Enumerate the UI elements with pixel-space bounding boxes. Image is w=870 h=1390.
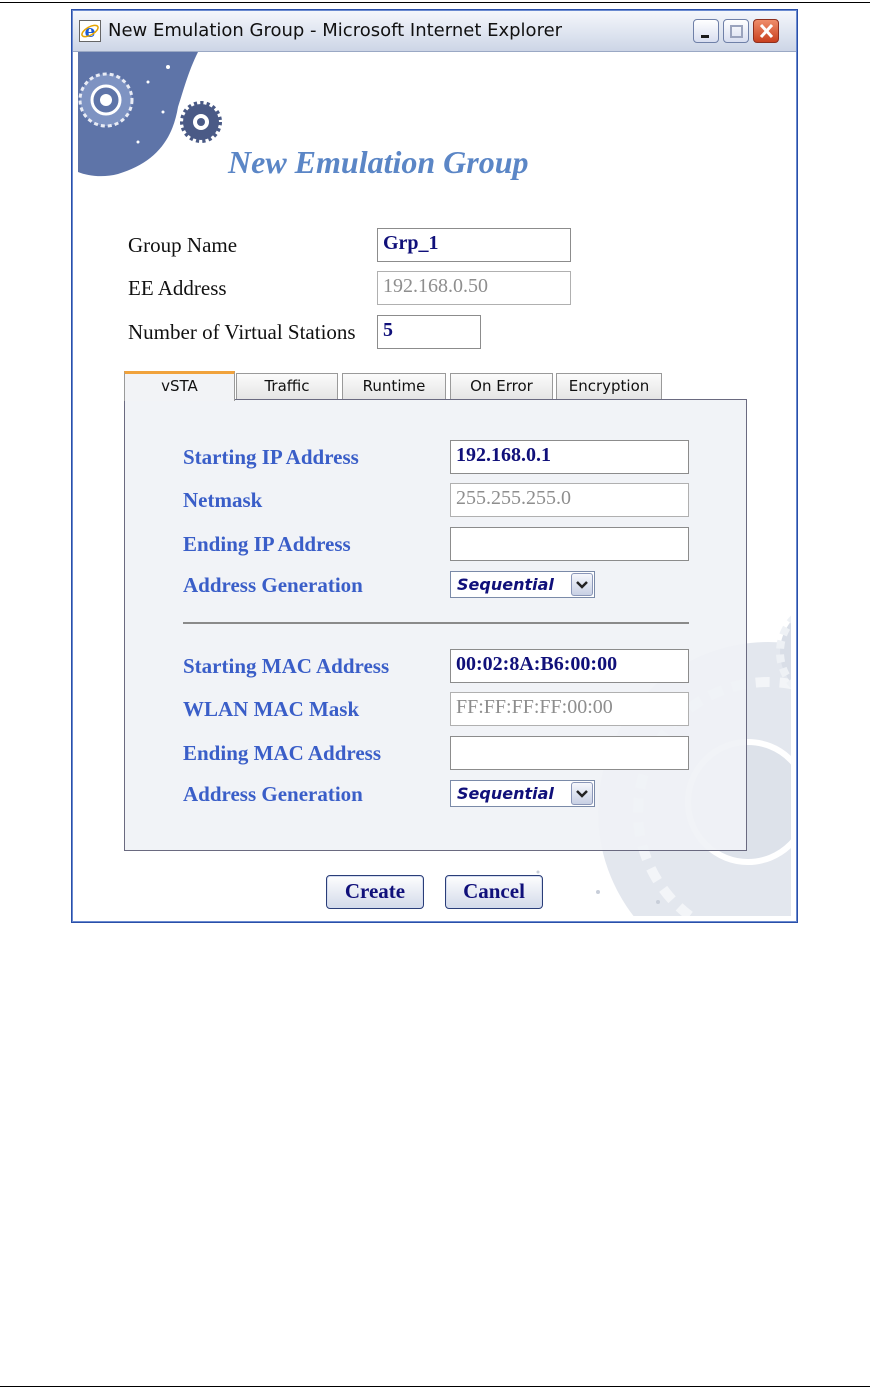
ending-mac-label: Ending MAC Address — [183, 741, 382, 765]
minimize-icon — [701, 35, 709, 38]
ip-address-generation-label: Address Generation — [183, 573, 363, 597]
internet-explorer-icon: e — [79, 20, 101, 42]
ee-address-input: 192.168.0.50 — [377, 271, 571, 305]
ee-address-label: EE Address — [128, 276, 227, 300]
vsta-panel: Starting IP Address 192.168.0.1 Netmask … — [124, 399, 747, 851]
close-button[interactable] — [753, 19, 779, 43]
page-top-rule — [0, 2, 870, 3]
tab-runtime[interactable]: Runtime — [342, 373, 446, 400]
starting-ip-input[interactable]: 192.168.0.1 — [450, 440, 689, 474]
tab-traffic[interactable]: Traffic — [236, 373, 338, 400]
num-virtual-stations-input[interactable]: 5 — [377, 315, 481, 349]
cancel-button[interactable]: Cancel — [445, 875, 543, 909]
tab-vsta[interactable]: vSTA — [124, 371, 235, 401]
ending-ip-input[interactable] — [450, 527, 689, 561]
section-divider — [183, 622, 689, 624]
tab-on-error[interactable]: On Error — [450, 373, 553, 400]
netmask-input: 255.255.255.0 — [450, 483, 689, 517]
starting-mac-label: Starting MAC Address — [183, 654, 390, 678]
mac-address-generation-label: Address Generation — [183, 782, 363, 806]
maximize-button[interactable] — [723, 19, 749, 43]
ending-ip-label: Ending IP Address — [183, 532, 351, 556]
group-name-label: Group Name — [128, 233, 238, 257]
tab-encryption[interactable]: Encryption — [556, 373, 662, 400]
ending-mac-input[interactable] — [450, 736, 689, 770]
close-icon — [759, 23, 774, 39]
page-bottom-rule — [0, 1386, 870, 1387]
netmask-label: Netmask — [183, 488, 263, 512]
create-button[interactable]: Create — [326, 875, 424, 909]
num-virtual-stations-label: Number of Virtual Stations — [128, 320, 356, 344]
chevron-down-icon[interactable] — [571, 573, 593, 596]
gears-icon — [78, 52, 222, 177]
ip-address-generation-select[interactable]: Sequential — [450, 571, 595, 598]
browser-window: e New Emulation Group - Microsoft Intern… — [71, 9, 798, 923]
wlan-mac-mask-input: FF:FF:FF:FF:00:00 — [450, 692, 689, 726]
starting-mac-input[interactable]: 00:02:8A:B6:00:00 — [450, 649, 689, 683]
wlan-mac-mask-label: WLAN MAC Mask — [183, 697, 360, 721]
starting-ip-label: Starting IP Address — [183, 445, 359, 469]
mac-address-generation-select[interactable]: Sequential — [450, 780, 595, 807]
chevron-down-icon[interactable] — [571, 782, 593, 805]
group-name-input[interactable]: Grp_1 — [377, 228, 571, 262]
title-bar[interactable]: e New Emulation Group - Microsoft Intern… — [73, 11, 796, 52]
page-title: New Emulation Group — [228, 144, 529, 180]
dialog-content: New Emulation Group Group Name Grp_1 EE … — [78, 52, 791, 916]
mac-address-generation-value: Sequential — [457, 784, 554, 803]
maximize-icon — [730, 25, 743, 38]
ip-address-generation-value: Sequential — [457, 575, 554, 594]
window-title: New Emulation Group - Microsoft Internet… — [108, 20, 563, 41]
minimize-button[interactable] — [693, 19, 719, 43]
